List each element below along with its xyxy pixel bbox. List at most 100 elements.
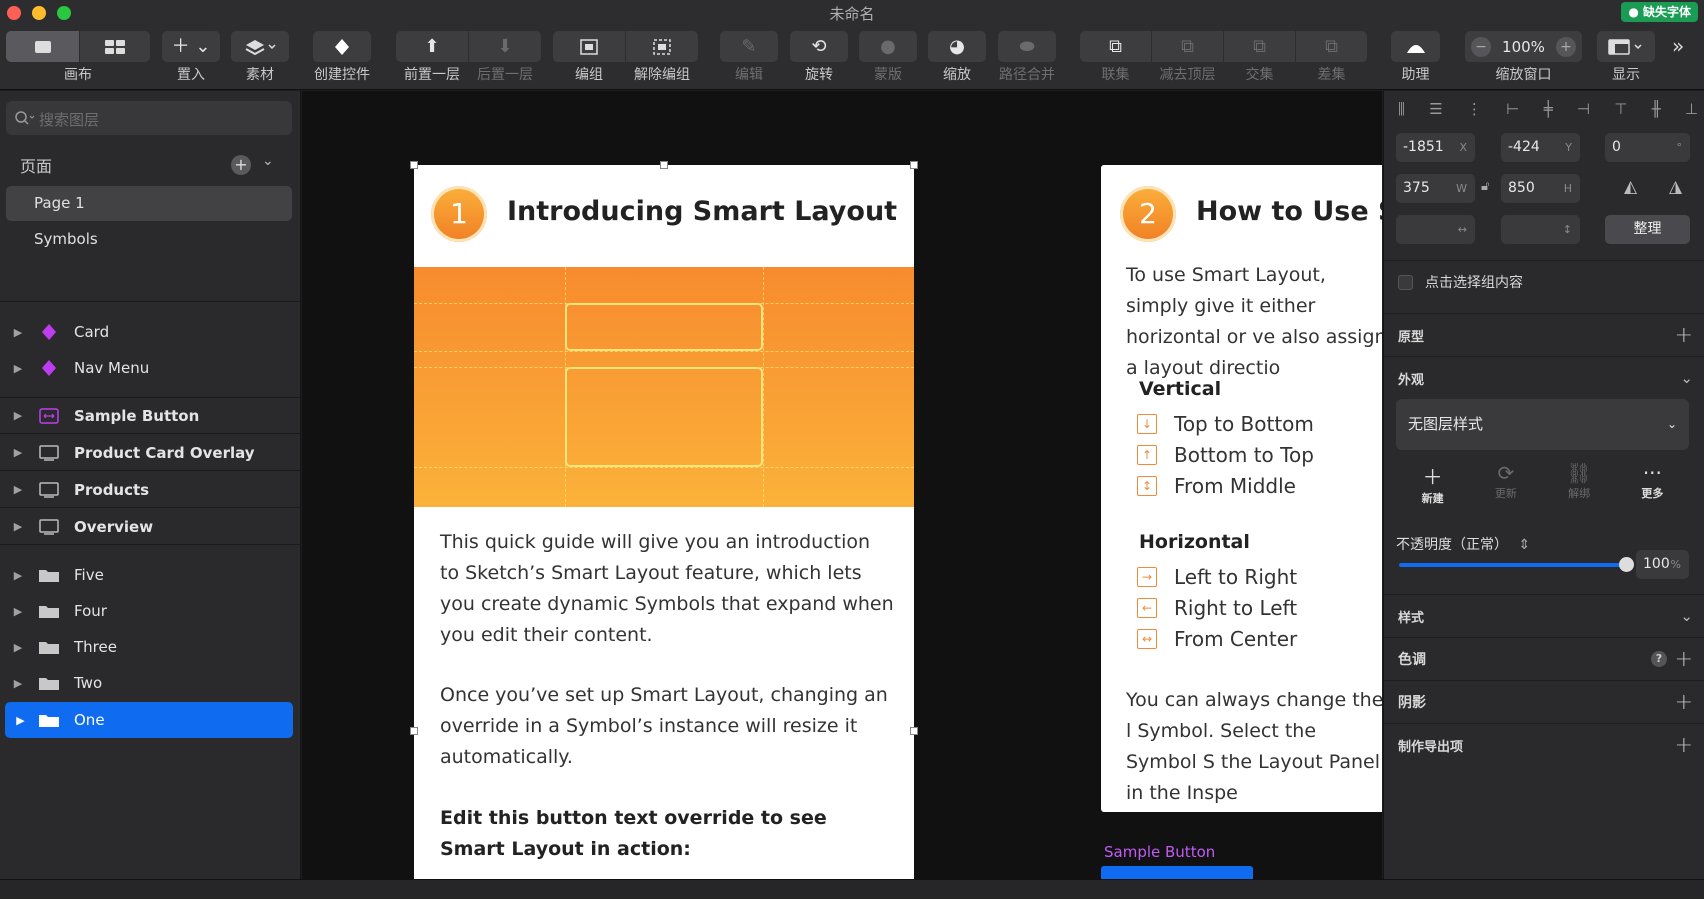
opacity-label[interactable]: 不透明度（正常） ⇕ [1396,534,1530,554]
send-backward-button[interactable]: ⬇︎ [469,31,541,62]
align-top-icon[interactable]: ⊤ [1614,100,1627,122]
union-button[interactable]: ⧉ [1080,31,1151,62]
layer-five[interactable]: ▶ Five [0,557,301,593]
disclosure-triangle-icon[interactable]: ▶ [0,520,36,533]
sample-button-artboard[interactable] [1101,866,1253,879]
intersect-button[interactable]: ⧉ [1224,31,1295,62]
disclosure-triangle-icon[interactable]: ▶ [5,714,36,727]
layer-three[interactable]: ▶ Three [0,629,301,665]
grid-view-button[interactable] [80,31,150,62]
resize-handle[interactable] [660,161,668,169]
view-button[interactable] [1597,31,1655,62]
assets-button[interactable] [231,31,289,62]
missing-font-badge[interactable]: ● 缺失字体 [1621,2,1698,22]
rotation-field[interactable]: 0 ° [1605,133,1690,162]
disclosure-triangle-icon[interactable]: ▶ [0,326,36,339]
disclosure-triangle-icon[interactable]: ▶ [0,605,36,618]
align-left-icon[interactable]: ⊢ [1506,100,1519,122]
bring-forward-button[interactable]: ⬆︎ [396,31,468,62]
width-field[interactable]: 375 W [1396,174,1475,203]
disclosure-triangle-icon[interactable]: ▶ [0,569,36,582]
sample-button-label[interactable]: Sample Button [1104,843,1215,861]
disclosure-triangle-icon[interactable]: ▶ [0,446,36,459]
canvas-icon [34,40,51,53]
layer-search[interactable]: 搜索图层 [6,101,292,135]
height-field[interactable]: 850 H [1501,174,1580,203]
vertical-spacing-field[interactable]: ↕ [1501,215,1580,244]
layer-card[interactable]: ▶ Card [0,314,301,350]
scale-button[interactable]: ◕ [928,31,986,62]
more-dots-icon[interactable]: ⋮ [1467,100,1482,122]
distribute-horizontal-icon[interactable]: ⫼ [1398,100,1405,122]
artboard-card-2[interactable]: 2 How to Use Sm To use Smart Layout, sim… [1101,165,1382,812]
disclosure-triangle-icon[interactable]: ▶ [0,362,36,375]
layer-overview[interactable]: ▶ Overview [0,509,301,545]
add-icon[interactable]: + [1675,733,1693,758]
layer-product-card-overlay[interactable]: ▶ Product Card Overlay [0,435,301,471]
layer-style-select[interactable]: 无图层样式 ⌄ [1396,399,1689,450]
flip-horizontal-icon[interactable]: ◭ [1624,177,1637,197]
align-bottom-icon[interactable]: ⊥ [1685,100,1698,122]
align-middle-icon[interactable]: ╫ [1652,100,1661,122]
disclosure-triangle-icon[interactable]: ▶ [0,677,36,690]
opacity-slider[interactable] [1399,557,1634,572]
layer-nav-menu[interactable]: ▶ Nav Menu [0,350,301,386]
layer-two[interactable]: ▶ Two [0,665,301,701]
edit-button[interactable]: ✎ [720,31,778,62]
x-field[interactable]: -1851 X [1396,133,1475,162]
more-style-button[interactable]: ··· 更多 [1622,461,1682,505]
layer-products[interactable]: ▶ Products [0,472,301,508]
ungroup-button[interactable] [626,31,698,62]
help-icon[interactable]: ? [1651,651,1667,667]
update-style-button[interactable]: ⟳ 更新 [1476,461,1536,505]
align-right-icon[interactable]: ⊣ [1577,100,1590,122]
add-page-icon[interactable]: + [231,155,251,175]
canvas[interactable]: 1 Introducing Smart Layout This quick gu… [302,91,1382,879]
resize-handle[interactable] [410,727,418,735]
subtract-button[interactable]: ⧉ [1152,31,1223,62]
page-item-symbols[interactable]: Symbols [6,222,292,257]
add-icon[interactable]: + [1675,690,1693,715]
zoom-out-icon[interactable]: − [1471,36,1491,57]
flip-vertical-icon[interactable]: ◮ [1669,177,1682,197]
group-button[interactable] [553,31,625,62]
disclosure-triangle-icon[interactable]: ▶ [0,641,36,654]
resize-handle[interactable] [410,161,418,169]
layer-sample-button[interactable]: ▶ Sample Button [0,398,301,434]
create-symbol-button[interactable] [313,31,371,62]
zoom-in-icon[interactable]: + [1555,36,1576,57]
y-field[interactable]: -424 Y [1501,133,1580,162]
horizontal-spacing-field[interactable]: ↔ [1396,215,1475,244]
add-icon[interactable]: + [1675,323,1693,348]
new-style-button[interactable]: ＋新建 [1403,461,1463,505]
mask-button[interactable]: ● [859,31,917,62]
artboard-card-1[interactable]: 1 Introducing Smart Layout This quick gu… [414,165,914,879]
collapse-pages-icon[interactable]: ⌄ [262,153,274,169]
resize-handle[interactable] [910,727,918,735]
resize-handle[interactable] [910,161,918,169]
click-through-checkbox[interactable] [1398,274,1413,290]
layer-one[interactable]: ▶ One [5,702,293,738]
chevron-down-icon[interactable]: ⌄ [1680,369,1693,387]
lock-ratio-icon[interactable]: 🔓︎ [1481,179,1489,194]
distribute-vertical-icon[interactable]: ☰ [1429,100,1442,122]
layer-four[interactable]: ▶ Four [0,593,301,629]
canvas-view-button[interactable] [6,31,79,62]
assistant-button[interactable] [1391,31,1440,62]
disclosure-triangle-icon[interactable]: ▶ [0,409,36,422]
page-item-page-1[interactable]: Page 1 [6,186,292,221]
chevron-down-icon[interactable]: ⌄ [1680,607,1693,625]
opacity-field[interactable]: 100% [1636,550,1689,579]
tidy-button[interactable]: 整理 [1605,215,1690,244]
rotate-button[interactable]: ⟲ [790,31,848,62]
disclosure-triangle-icon[interactable]: ▶ [0,483,36,496]
toolbar-overflow-icon[interactable]: » [1672,34,1684,58]
detach-style-button[interactable]: ⛓ 解绑 [1549,461,1609,505]
add-icon[interactable]: + [1675,647,1693,672]
zoom-control[interactable]: − 100% + [1465,31,1582,62]
difference-button[interactable]: ⧉ [1296,31,1367,62]
slider-knob[interactable] [1619,557,1634,572]
align-center-icon[interactable]: ╪ [1544,100,1553,122]
insert-button[interactable]: ＋ ⌄ [162,31,220,62]
flatten-button[interactable]: ⬬ [998,31,1056,62]
